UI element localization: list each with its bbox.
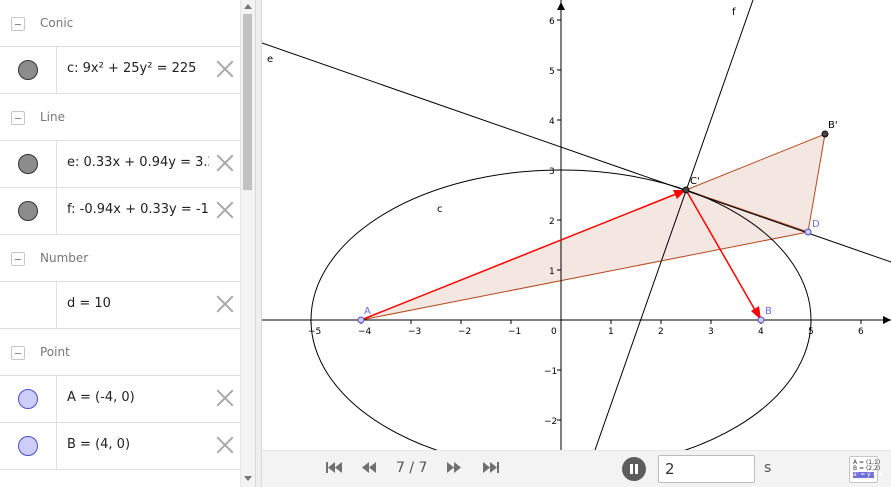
y-tick-label: 2: [549, 217, 555, 227]
delete-icon[interactable]: [215, 200, 235, 220]
delete-icon[interactable]: [215, 294, 235, 314]
algebra-style-button[interactable]: A = (1,1) B = (2,2) a' = y = x: [849, 456, 884, 483]
algebra-item-c[interactable]: c: 9x² + 25y² = 225: [0, 47, 240, 94]
delete-icon[interactable]: [215, 59, 235, 79]
graphics-canvas[interactable]: −5 −4 −3 −2 −1 0 1 2 3 4 5 6123456−1−2 c e f A B D …: [262, 0, 891, 450]
point-D[interactable]: [804, 228, 812, 236]
point-B-prime[interactable]: [821, 130, 829, 138]
speed-unit-label: s: [764, 460, 772, 476]
next-step-icon[interactable]: [446, 461, 462, 474]
algebra-item-f[interactable]: f: -0.94x + 0.33y = -1.51: [0, 188, 240, 235]
group-header-point[interactable]: Point: [0, 329, 240, 376]
label-D: D: [812, 219, 820, 230]
algebra-item-d[interactable]: d = 10: [0, 282, 240, 329]
visibility-dot-icon[interactable]: [18, 436, 38, 456]
step-indicator: 7 / 7: [396, 460, 428, 476]
algebra-item-text[interactable]: e: 0.33x + 0.94y = 3.27: [67, 155, 209, 170]
group-label: Point: [40, 345, 70, 359]
visibility-marker[interactable]: [0, 188, 57, 234]
style-line: a' = y = x: [853, 471, 884, 478]
label-B: B: [765, 306, 772, 317]
y-tick-label: −2: [544, 417, 557, 427]
x-tick-label: 4: [758, 327, 764, 337]
group-header-number[interactable]: Number: [0, 235, 240, 282]
visibility-marker: [0, 282, 57, 328]
visibility-marker[interactable]: [0, 423, 57, 469]
algebra-item-text[interactable]: f: -0.94x + 0.33y = -1.51: [67, 202, 209, 217]
point-B[interactable]: [757, 316, 765, 324]
algebra-list: Conic c: 9x² + 25y² = 225 Line e: 0.33x …: [0, 0, 240, 470]
y-tick-label: 1: [549, 267, 555, 277]
visibility-marker[interactable]: [0, 141, 57, 187]
collapse-toggle-icon[interactable]: [11, 111, 25, 125]
visibility-dot-icon[interactable]: [18, 60, 38, 80]
x-tick-label: 3: [708, 327, 714, 337]
x-tick-label: −1: [508, 327, 521, 337]
scrollbar-thumb[interactable]: [243, 14, 252, 190]
group-header-line[interactable]: Line: [0, 94, 240, 141]
view-splitter[interactable]: [255, 0, 262, 487]
x-tick-label: −3: [408, 327, 421, 337]
y-tick-label: 5: [549, 67, 555, 77]
y-tick-label: −1: [544, 367, 557, 377]
scroll-up-icon[interactable]: [244, 4, 252, 9]
point-C-prime[interactable]: [682, 186, 690, 194]
label-C-prime: C': [690, 176, 700, 187]
visibility-dot-icon[interactable]: [18, 201, 38, 221]
x-tick-label: 6: [858, 327, 864, 337]
label-B-prime: B': [828, 120, 838, 131]
collapse-toggle-icon[interactable]: [11, 252, 25, 266]
group-label: Number: [40, 251, 89, 265]
label-c: c: [437, 204, 443, 215]
group-header-conic[interactable]: Conic: [0, 0, 240, 47]
label-e: e: [267, 54, 273, 65]
x-tick-label: −5: [308, 327, 321, 337]
delete-icon[interactable]: [215, 388, 235, 408]
animation-bar: 7 / 7 s A = (1,1) B = (2,2) a' = y = x: [262, 450, 891, 487]
y-tick-label: 6: [549, 17, 555, 27]
speed-input[interactable]: [658, 455, 755, 483]
algebra-item-A[interactable]: A = (-4, 0): [0, 376, 240, 423]
x-tick-label: −2: [458, 327, 471, 337]
algebra-item-e[interactable]: e: 0.33x + 0.94y = 3.27: [0, 141, 240, 188]
visibility-marker[interactable]: [0, 376, 57, 422]
algebra-item-text[interactable]: B = (4, 0): [67, 437, 209, 452]
algebra-view: Conic c: 9x² + 25y² = 225 Line e: 0.33x …: [0, 0, 255, 487]
first-step-icon[interactable]: [326, 461, 343, 474]
collapse-toggle-icon[interactable]: [11, 17, 25, 31]
pause-button[interactable]: [622, 457, 646, 481]
group-label: Conic: [40, 16, 74, 30]
y-tick-label: 3: [549, 167, 555, 177]
x-tick-label: 2: [658, 327, 664, 337]
delete-icon[interactable]: [215, 435, 235, 455]
y-axis-arrow-icon: [557, 2, 565, 10]
algebra-item-text[interactable]: d = 10: [67, 296, 209, 311]
last-step-icon[interactable]: [482, 461, 499, 474]
label-f: f: [732, 7, 736, 18]
algebra-scrollbar[interactable]: [240, 0, 255, 487]
x-tick-label: −4: [358, 327, 372, 337]
x-tick-label: 0: [551, 327, 557, 337]
collapse-toggle-icon[interactable]: [11, 346, 25, 360]
algebra-item-B[interactable]: B = (4, 0): [0, 423, 240, 470]
point-A[interactable]: [357, 316, 365, 324]
visibility-marker[interactable]: [0, 47, 57, 93]
label-A: A: [364, 306, 371, 317]
group-label: Line: [40, 110, 66, 124]
x-axis-arrow-icon: [883, 316, 891, 324]
algebra-item-text[interactable]: A = (-4, 0): [67, 390, 209, 405]
algebra-item-text[interactable]: c: 9x² + 25y² = 225: [67, 61, 209, 76]
delete-icon[interactable]: [215, 153, 235, 173]
previous-step-icon[interactable]: [361, 461, 377, 474]
visibility-dot-icon[interactable]: [18, 389, 38, 409]
y-tick-label: 4: [549, 117, 555, 127]
scroll-down-icon[interactable]: [244, 476, 252, 481]
visibility-dot-icon[interactable]: [18, 154, 38, 174]
x-tick-label: 1: [608, 327, 614, 337]
graphics-view[interactable]: −5 −4 −3 −2 −1 0 1 2 3 4 5 6 1 2 3 4 5 6 −1 −2 c e f A B D …: [262, 0, 891, 450]
